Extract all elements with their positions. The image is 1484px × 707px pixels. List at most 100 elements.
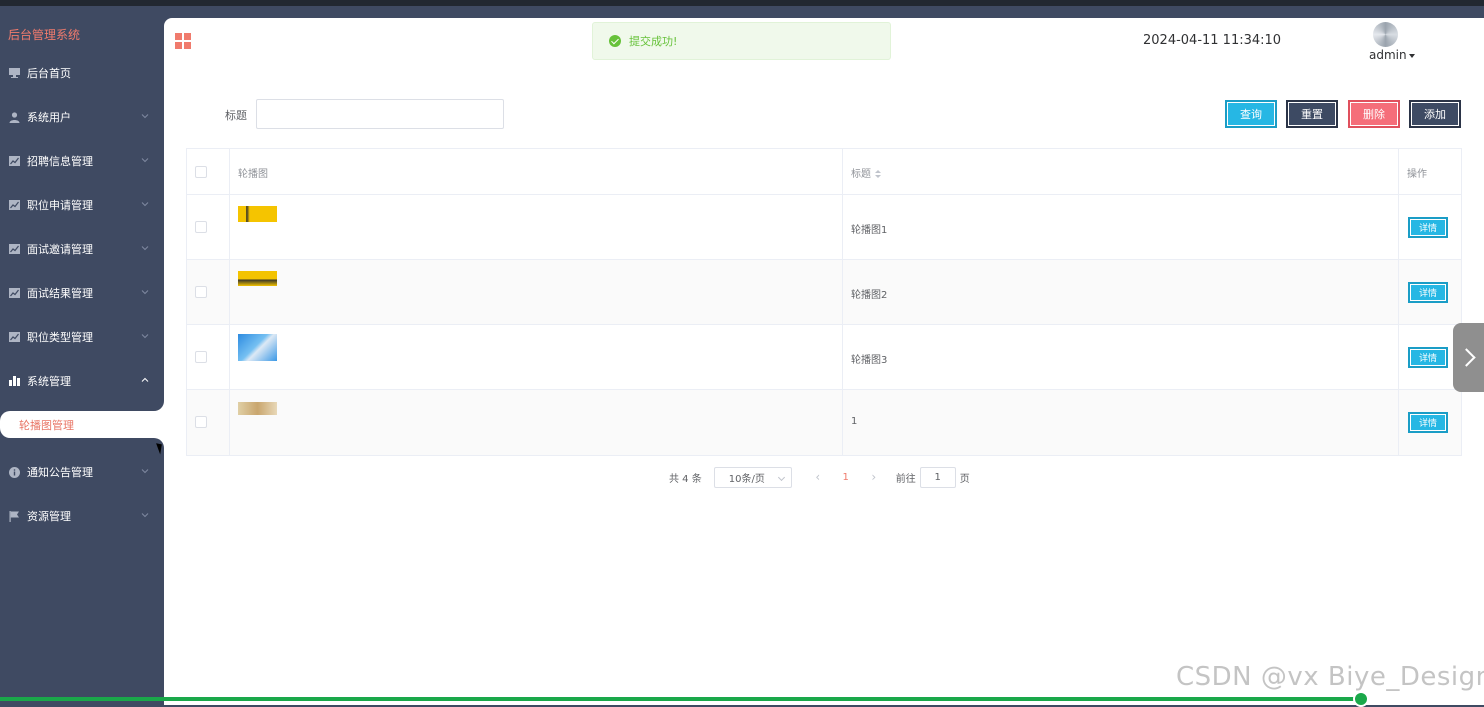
carousel-thumbnail bbox=[238, 206, 277, 222]
carousel-thumbnail bbox=[238, 402, 277, 415]
sidebar-item-recruitment[interactable]: 招聘信息管理 bbox=[0, 139, 164, 183]
column-header: 轮播图 bbox=[238, 169, 268, 180]
goto-page-input[interactable]: 1 bbox=[919, 466, 956, 488]
video-progress-bar[interactable] bbox=[0, 691, 1484, 707]
monitor-icon bbox=[8, 67, 20, 79]
page-suffix: 页 bbox=[959, 473, 970, 485]
sidebar-item-label: 资源管理 bbox=[27, 510, 71, 523]
sidebar-item-notices[interactable]: 通知公告管理 bbox=[0, 450, 164, 494]
detail-button[interactable]: 详情 bbox=[1408, 282, 1448, 303]
select-all-checkbox[interactable] bbox=[195, 166, 207, 178]
table-row: 轮播图2 详情 bbox=[187, 260, 1461, 325]
sidebar: 后台管理系统 后台首页 系统用户 招聘信息管理 职位申请管理 面试邀请管理 面试… bbox=[0, 6, 164, 705]
sidebar-item-interview-results[interactable]: 面试结果管理 bbox=[0, 271, 164, 315]
avatar[interactable] bbox=[1373, 22, 1398, 47]
main-panel: 提交成功! 2024-04-11 11:34:10 admin 标题 查询 重置… bbox=[164, 18, 1484, 705]
sidebar-item-resources[interactable]: 资源管理 bbox=[0, 494, 164, 538]
detail-button[interactable]: 详情 bbox=[1408, 347, 1448, 368]
active-tab-notch bbox=[154, 401, 164, 411]
sidebar-subitem-carousel[interactable]: 轮播图管理 bbox=[0, 411, 164, 438]
total-count: 共 4 条 bbox=[669, 473, 702, 485]
sidebar-item-label: 职位申请管理 bbox=[27, 199, 93, 212]
sidebar-item-label: 通知公告管理 bbox=[27, 466, 93, 479]
carousel-thumbnail bbox=[238, 271, 277, 286]
check-circle-icon bbox=[609, 35, 621, 47]
row-title: 轮播图2 bbox=[851, 290, 888, 301]
chart-icon bbox=[8, 199, 20, 211]
header-cell-title[interactable]: 标题 bbox=[843, 149, 1399, 194]
page-size-value: 10条/页 bbox=[728, 473, 765, 485]
pagination: 共 4 条 10条/页 ‹ 1 › 前往 1 页 bbox=[669, 466, 970, 488]
search-label: 标题 bbox=[225, 109, 247, 122]
sidebar-item-label: 后台首页 bbox=[27, 67, 71, 80]
table-row: 轮播图3 详情 bbox=[187, 325, 1461, 390]
detail-button[interactable]: 详情 bbox=[1408, 412, 1448, 433]
column-header: 操作 bbox=[1407, 169, 1427, 180]
row-title: 轮播图3 bbox=[851, 355, 888, 366]
info-icon bbox=[8, 466, 20, 478]
chart-icon bbox=[8, 155, 20, 167]
sidebar-item-label: 系统管理 bbox=[27, 375, 71, 388]
delete-button[interactable]: 删除 bbox=[1348, 100, 1400, 128]
row-checkbox[interactable] bbox=[195, 416, 207, 428]
page-size-select[interactable]: 10条/页 bbox=[713, 466, 792, 488]
row-checkbox[interactable] bbox=[195, 221, 207, 233]
row-title: 轮播图1 bbox=[851, 225, 888, 236]
watermark-text: CSDN @vx Biye_Design bbox=[1176, 662, 1484, 692]
header-cell-action: 操作 bbox=[1399, 149, 1461, 194]
toast-message: 提交成功! bbox=[629, 35, 678, 48]
sidebar-item-job-types[interactable]: 职位类型管理 bbox=[0, 315, 164, 359]
query-button[interactable]: 查询 bbox=[1225, 100, 1277, 128]
next-page-button[interactable]: › bbox=[864, 467, 884, 487]
table-header-row: 轮播图 标题 操作 bbox=[187, 149, 1461, 195]
add-button[interactable]: 添加 bbox=[1409, 100, 1461, 128]
table-row: 1 详情 bbox=[187, 390, 1461, 455]
sidebar-item-applications[interactable]: 职位申请管理 bbox=[0, 183, 164, 227]
success-toast: 提交成功! bbox=[592, 22, 891, 60]
chevron-right-icon bbox=[1456, 348, 1476, 367]
window-top-strip bbox=[0, 0, 1484, 6]
table-row: 轮播图1 详情 bbox=[187, 195, 1461, 260]
chevron-down-icon bbox=[141, 114, 149, 119]
user-menu[interactable]: admin bbox=[1369, 48, 1415, 62]
sidebar-item-home[interactable]: 后台首页 bbox=[0, 51, 164, 95]
sidebar-item-label: 招聘信息管理 bbox=[27, 155, 93, 168]
chart-icon bbox=[8, 287, 20, 299]
sidebar-item-interview-invites[interactable]: 面试邀请管理 bbox=[0, 227, 164, 271]
sort-icon[interactable] bbox=[875, 169, 881, 179]
page-number-current[interactable]: 1 bbox=[836, 472, 856, 483]
next-slide-button[interactable] bbox=[1453, 323, 1484, 392]
goto-label: 前往 bbox=[895, 473, 916, 485]
sidebar-subitem-label: 轮播图管理 bbox=[19, 418, 74, 432]
flag-icon bbox=[8, 510, 20, 522]
row-checkbox[interactable] bbox=[195, 351, 207, 363]
progress-fill bbox=[0, 697, 1361, 701]
row-title: 1 bbox=[851, 416, 858, 427]
column-header: 标题 bbox=[851, 165, 881, 180]
detail-button[interactable]: 详情 bbox=[1408, 217, 1448, 238]
brand-title: 后台管理系统 bbox=[8, 28, 81, 42]
chart-icon bbox=[8, 243, 20, 255]
chevron-up-icon bbox=[141, 377, 149, 382]
menu-grid-icon[interactable] bbox=[175, 33, 191, 49]
chevron-down-icon bbox=[777, 473, 785, 481]
chevron-down-icon bbox=[141, 158, 149, 163]
sidebar-item-label: 面试邀请管理 bbox=[27, 243, 93, 256]
chevron-down-icon bbox=[141, 202, 149, 207]
header-cell-image: 轮播图 bbox=[230, 149, 843, 194]
chevron-down-icon bbox=[141, 290, 149, 295]
chevron-down-icon bbox=[141, 469, 149, 474]
reset-button[interactable]: 重置 bbox=[1286, 100, 1338, 128]
chart-icon bbox=[8, 331, 20, 343]
user-icon bbox=[8, 111, 20, 123]
prev-page-button[interactable]: ‹ bbox=[808, 467, 828, 487]
sidebar-item-system-management[interactable]: 系统管理 bbox=[0, 359, 164, 403]
title-search-input[interactable] bbox=[256, 99, 504, 129]
bar-chart-icon bbox=[8, 375, 20, 387]
header-check-cell bbox=[187, 149, 230, 194]
row-checkbox[interactable] bbox=[195, 286, 207, 298]
chevron-down-icon bbox=[141, 513, 149, 518]
chevron-down-icon bbox=[141, 334, 149, 339]
sidebar-item-label: 面试结果管理 bbox=[27, 287, 93, 300]
sidebar-item-system-users[interactable]: 系统用户 bbox=[0, 95, 164, 139]
